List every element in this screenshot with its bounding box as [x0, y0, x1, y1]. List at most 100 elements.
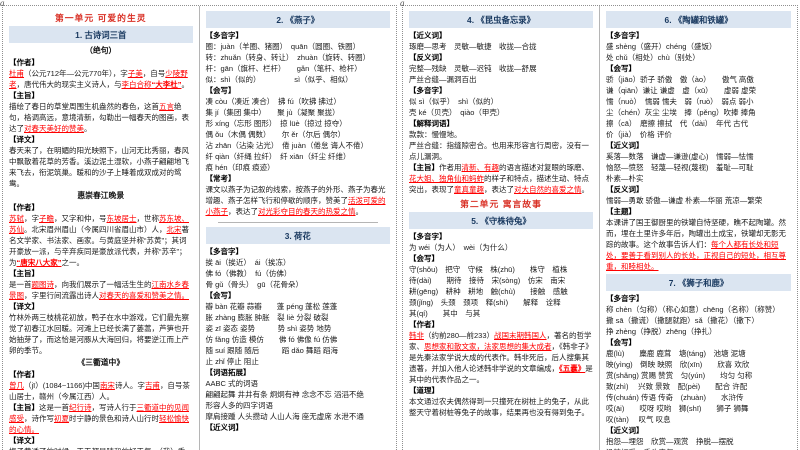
highlighted-text: 苏轼 [9, 214, 24, 223]
text-line: 凑 còu（凑近 凑合） 拂 fú（吹拂 拂过） [206, 96, 391, 107]
text-line: 为 wéi（为人） wèi（为什么） [409, 242, 593, 253]
text-segment: 抱怨—埋怨 欣赏—观赏 挣脱—摆脱 [606, 437, 734, 446]
text-line: 款款：慢慢地。 [409, 129, 593, 140]
text-line: 【作者】 [9, 57, 193, 68]
text-line: 【道理】 [409, 385, 593, 396]
text-segment: 完整—残缺 灵敏—迟钝 收拢—舒展 [409, 64, 537, 73]
text-segment: 止 zhǐ 停止 阻止 [205, 357, 259, 366]
text-line: 【作者】 [409, 319, 593, 330]
highlighted-text: 对大自然的喜爱之情 [514, 185, 582, 194]
text-segment: ，唐代伟大的现实主义诗人，与 [16, 80, 122, 89]
poem-subtitle: 惠崇春江晚景 [77, 191, 125, 200]
highlighted-text: 子瞻 [39, 214, 54, 223]
poem-subtitle: （绝句） [85, 46, 117, 55]
text-segment: ，字 [24, 214, 39, 223]
text-line: 梅子黄透了的时候，天天都是晴和的好天气，（我）乘小船到小溪的尽头，再改走山路继续… [9, 446, 193, 450]
text-segment: 赏(shǎng) 赏赐 赞赏 匀(yún) 均匀 匀称 [606, 371, 753, 380]
text-line: 随 suí 跟随 随后 蹈 dǎo 舞蹈 蹈海 [206, 345, 391, 356]
text-line: 谦（qiān）谦让 谦虚 虚（xū） 虚弱 虚荣 [606, 85, 791, 96]
section-label: 【主旨】 [9, 269, 39, 278]
text-segment: （约前280—前233） [424, 331, 495, 340]
highlighted-text: 杜甫 [9, 69, 24, 78]
text-line: 其(qí) 其中 与其 [409, 308, 593, 319]
text-line: 偶 ǒu（木偶 偶数） 尔 ěr（尔后 偶尔） [206, 129, 391, 140]
text-segment: ，字里行间流露出诗人 [24, 291, 99, 300]
text-line: 【会写】 [606, 337, 791, 348]
section-label: 【近义词】 [205, 423, 244, 432]
text-segment: 严丝合缝：指缝隙密合。也用来形容言行周密，没有一点儿漏洞。 [409, 141, 589, 161]
object-anchor-icon: a [0, 0, 5, 8]
text-line: 守(shǒu) 把守 守候 株(zhū) 株守 植株 [409, 264, 593, 275]
highlighted-text: “唐宋八大家” [16, 258, 62, 267]
text-line: 奚落—数落 谦虚—谦逊(虚心) 懦弱—怯懦 [606, 151, 791, 162]
text-line: 挨 āi（挨近） ái（挨冻） [206, 257, 391, 268]
text-line: 处 chǔ（相处）chù（别处） [606, 52, 791, 63]
text-segment: 是一首 [9, 280, 32, 289]
text-segment: AABC 式的词语 [205, 379, 259, 388]
text-line: 课文以燕子为记叙的线索，按燕子的外形、燕子为春光增趣、燕子怎样飞行和停歇的顺序，… [206, 184, 391, 217]
highlighted-text: 花大姐、独角仙和蚂蚱 [409, 174, 484, 183]
text-line: 【解释词语】 [409, 118, 593, 129]
text-line: 【作者】 [9, 202, 193, 213]
text-segment: 仿 fǎng 仿造 模仿 佛 fó 佛像 fú 仿佛 [205, 335, 338, 344]
text-segment: （jī）(1084~1166)中国 [24, 381, 100, 390]
text-line: 映(yìng) 倒映 映照 欣(xīn) 欣喜 欢欣 [606, 359, 791, 370]
text-segment: 纤 qiàn（纤绳 拉纤） 纤 xiān（纤尘 纤维） [205, 152, 351, 161]
text-line: 杆：gān（旗杆、栏杆） gǎn（笔杆、枪杆） [206, 63, 391, 74]
text-segment: 杆：gān（旗杆、栏杆） gǎn（笔杆、枪杆） [205, 64, 362, 73]
section-label: 【会写】 [205, 291, 236, 300]
text-line: 耕(gēng) 耕种 耕地 触(chù) 接触 感触 [409, 286, 593, 297]
section-label: 【主旨】 [9, 91, 39, 100]
highlighted-text: 《五蠹》 [559, 364, 586, 373]
text-line: 【词语拓展】 [206, 367, 391, 378]
highlighted-text: 对春天的喜爱和赞美之情。 [99, 291, 189, 300]
text-line: 传(chuán) 传语 传奇 (zhuàn) 水浒传 [606, 392, 791, 403]
text-line: 【主旨】 [9, 268, 193, 279]
text-segment: 处 chǔ（相处）chù（别处） [606, 53, 700, 62]
text-segment: ，世称 [136, 214, 160, 223]
text-line: AABC 式的词语 [206, 378, 391, 389]
text-line: 【会写】 [606, 63, 791, 74]
text-segment: 作者用 [439, 163, 462, 172]
section-label: 【反义词】 [409, 53, 447, 62]
section-label: 【道理】 [409, 386, 439, 395]
text-segment: 骄（jiāo）骄子 骄傲 傲（ào） 傲气 高傲 [606, 75, 754, 84]
text-line: 转：zhuǎn（转身、转让） zhuàn（旋转、转圈） [206, 52, 391, 63]
text-line: 描绘了春日的草堂周围生机盎然的春色，这首五言绝句，格调高远，意境清新，勾勒出一幅… [9, 101, 193, 134]
text-segment: 本文通过农夫偶然得到一只撞死在树桩上的兔子，从此整天守着树桩等兔子的故事，结果再… [409, 397, 589, 417]
text-line: 【译文】 [9, 435, 193, 446]
text-line: 胀 zhàng 膨胀 肿胀 裂 liè 分裂 破裂 [206, 312, 391, 323]
text-segment: 琢磨—思考 灵敏—敏捷 收拢—合拢 [409, 42, 537, 51]
text-segment: 春天来了，在明媚的阳光映照下，山河无比秀丽，春风中飘散着花草的芳香。溪边泥土湿软… [9, 146, 189, 188]
section-label: 【作者】 [9, 370, 39, 379]
text-line: 【译文】 [9, 134, 193, 145]
text-line: 致(zhì) 兴致 景致 配(pèi) 配合 许配 [606, 381, 791, 392]
text-line: 【近义词】 [606, 140, 791, 151]
text-segment: 似 sì（似乎） shì（似的） [409, 97, 499, 106]
section-label: 【会写】 [409, 254, 439, 263]
text-line: 竹林外两三枝桃花初放，鸭子在水中游戏，它们最先察觉了初春江水回暖。河滩上已经长满… [9, 312, 193, 356]
section-label: 【词语拓展】 [205, 368, 251, 377]
text-segment: 的语言描述对复眼的琢磨、 [499, 163, 589, 172]
text-segment: 这是一首 [39, 403, 69, 412]
section-label: 【会写】 [606, 64, 636, 73]
text-segment: 沾 zhān（沾染 沾光） 倦 juàn（倦怠 诲人不倦） [205, 141, 369, 150]
text-segment: ，诗作写 [24, 414, 54, 423]
text-segment: 凑 còu（凑近 凑合） 拂 fú（吹拂 拂过） [205, 97, 341, 106]
text-line: 价（jià） 价格 评价 [606, 129, 791, 140]
text-line: 【多音字】 [409, 85, 593, 96]
text-segment: 之一。 [61, 258, 85, 267]
section-label: 【会写】 [606, 338, 636, 347]
text-line: 【多音字】 [206, 246, 391, 257]
section-label: 【多音字】 [606, 31, 644, 40]
highlighted-text: 东坡居士 [106, 214, 137, 223]
text-segment: 待(dài) 期待 接待 宋(sòng) 仿宋 南宋 [409, 276, 566, 285]
highlighted-text: 五言 [159, 102, 174, 111]
text-segment: 擦（cā） 磨擦 擦拭 代（dài） 年代 古代 [606, 119, 749, 128]
text-line: 翩翩起舞 井井有条 炯炯有神 念念不忘 滔滔不绝 [206, 389, 391, 400]
text-segment: ，表达了 [484, 185, 514, 194]
text-line: 集 jí（集团 集中） 聚 jù（凝聚 聚拢） [206, 107, 391, 118]
text-segment: 似：shì（似的） sì（似乎、相似） [205, 75, 353, 84]
text-segment: 。 [84, 124, 92, 133]
text-segment: 壳 ké（贝壳） qiào（甲壳） [409, 108, 505, 117]
